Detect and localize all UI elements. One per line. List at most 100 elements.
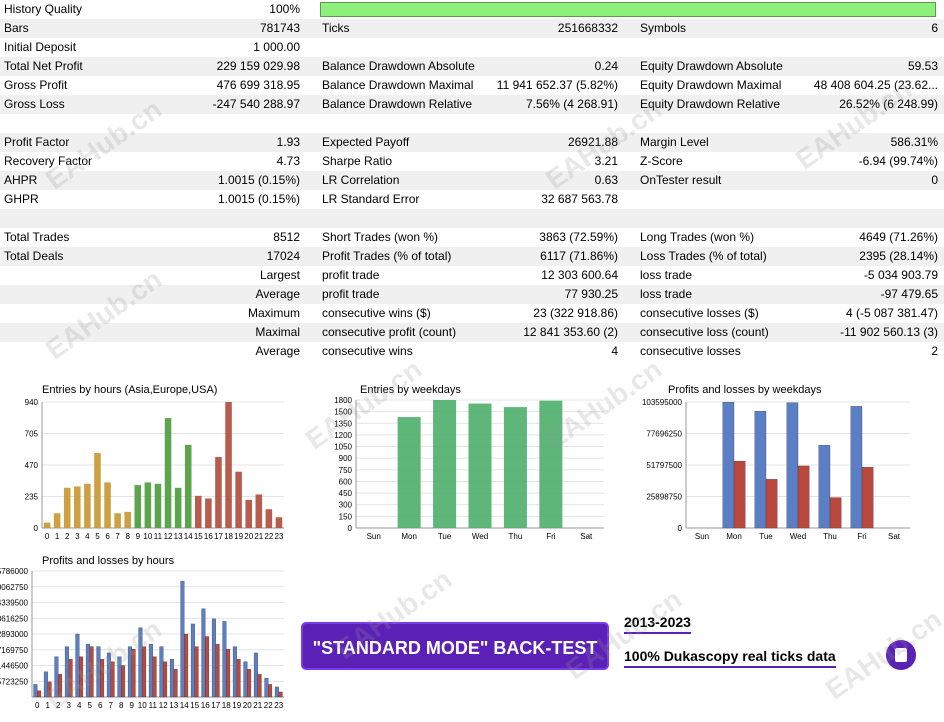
x-tick-label: Fri [546,532,556,541]
stat-value: 586.31% [890,135,938,149]
stats-row: Initial Deposit 1 000.00 [0,38,944,57]
bar [243,661,248,698]
stat-label: GHPR [4,192,39,206]
bar [201,608,206,698]
years-label: 2013-2023 [624,614,691,634]
y-tick-label: 7169750 [0,646,29,655]
stats-table: History Quality 100% Bars 781743 Ticks 2516… [0,0,944,361]
x-tick-label: 13 [169,701,178,710]
stat-value: Largest [259,268,300,282]
bar [127,646,132,698]
bar [114,513,121,528]
bar [274,686,279,698]
x-tick-label: 18 [222,701,231,710]
y-tick-label: 2893000 [0,630,29,639]
bar [786,402,799,529]
stat-value: 17024 [266,249,300,263]
x-tick-label: 15 [194,532,203,541]
stats-row: GHPR 1.0015 (0.15%) LR Standard Error 32 68… [0,190,944,209]
bar [43,671,48,698]
bar [64,646,69,698]
x-tick-label: 23 [274,701,283,710]
bar [850,406,863,529]
x-tick-label: 16 [204,532,213,541]
stat-value: -5 034 903.79 [863,268,938,282]
stat-value: 4649 (71.26%) [859,230,938,244]
bar [215,643,220,698]
y-tick-label: 900 [339,454,353,463]
x-tick-label: 3 [75,532,80,541]
x-tick-label: 8 [119,701,124,710]
bar [110,661,115,698]
entries-by-weekdays-chart: Entries by weekdays 0 150 300 450 600 750 900 1… [330,382,610,550]
stat-value: 1.0015 (0.15%) [217,173,300,187]
y-tick-label: 5786000 [0,567,29,576]
bar [211,618,216,698]
x-tick-label: 18 [224,532,233,541]
y-tick-label: 0 [34,524,39,533]
x-tick-label: 19 [234,532,243,541]
x-tick-label: Wed [472,532,488,541]
stat-label: Recovery Factor [4,154,93,168]
y-tick-label: 1200 [334,431,352,440]
stat-value: Average [255,344,300,358]
stats-row [0,209,944,228]
x-tick-label: 12 [159,701,168,710]
bar [184,633,189,698]
bar [180,580,185,698]
x-tick-label: 11 [149,701,158,710]
bar [47,681,52,698]
y-tick-label: 51797500 [646,461,682,470]
stats-row: Profit Factor 1.93 Expected Payoff 26921.88… [0,133,944,152]
x-tick-label: 21 [254,532,263,541]
x-tick-label: 0 [35,701,40,710]
bar [268,684,273,698]
bar [138,627,143,698]
bar [265,509,273,528]
x-tick-label: Wed [790,532,806,541]
x-tick-label: 16 [201,701,210,710]
bar [468,403,492,528]
y-tick-label: 0 [348,524,353,533]
bar [37,690,42,698]
stat-value: 11 941 652.37 (5.82%) [496,78,618,92]
bar [53,513,61,528]
ticks-data-label: 100% Dukascopy real ticks data [624,648,836,668]
bar [235,471,242,528]
stat-value: -97 479.65 [880,287,938,301]
x-tick-label: 14 [180,701,189,710]
x-tick-label: 7 [115,532,120,541]
y-tick-label: 1350 [334,419,352,428]
x-tick-label: 13 [174,532,183,541]
bar [236,659,241,698]
stat-label: Total Deals [4,249,64,263]
bar [205,498,212,528]
stat-value: Average [255,287,300,301]
bar [818,445,831,529]
x-tick-label: 9 [130,701,135,710]
x-tick-label: 19 [232,701,241,710]
bar [255,494,263,528]
stat-value: 26921.88 [567,135,618,149]
stat-value: Maximum [247,306,300,320]
stat-value: 23 (322 918.86) [533,306,618,320]
y-tick-label: 77696250 [646,430,682,439]
x-tick-label: 1 [55,532,60,541]
x-tick-label: 0 [45,532,50,541]
x-tick-label: 20 [244,532,253,541]
bar [173,669,178,698]
x-tick-label: 5 [95,532,100,541]
stat-value: 1.0015 (0.15%) [217,192,300,206]
bar [861,467,874,529]
stat-value: 4.73 [276,154,300,168]
stat-value: 0.24 [594,59,618,73]
bar [225,402,232,528]
stat-value: 229 159 029.98 [216,59,300,73]
bar [96,646,101,698]
entries-by-hours-chart: Entries by hours (Asia,Europe,USA) 0 235 4… [10,382,288,550]
x-tick-label: Sun [695,532,709,541]
bar [131,648,136,698]
bar [245,499,252,528]
bar [117,656,122,698]
bar [433,400,457,528]
